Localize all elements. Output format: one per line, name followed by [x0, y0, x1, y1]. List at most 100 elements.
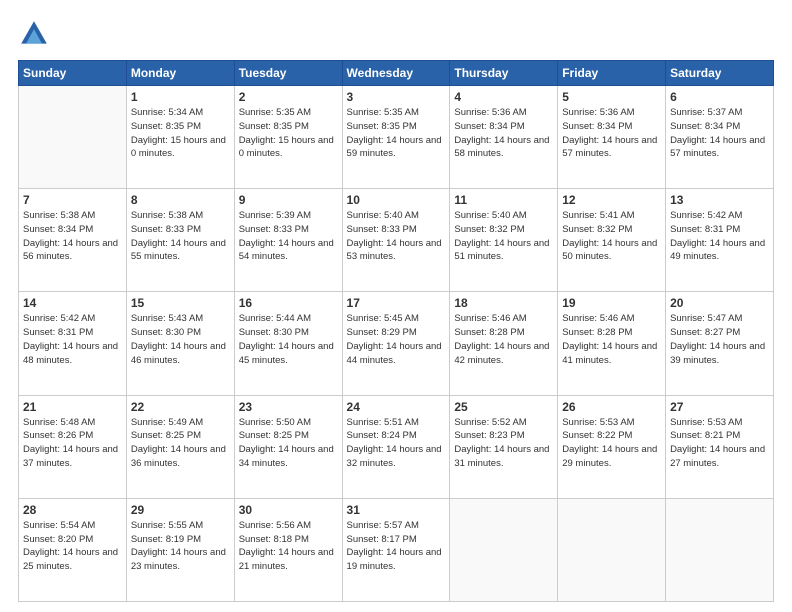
- day-number: 9: [239, 193, 338, 207]
- day-info: Sunrise: 5:36 AM Sunset: 8:34 PM Dayligh…: [562, 106, 661, 161]
- calendar-cell: 4Sunrise: 5:36 AM Sunset: 8:34 PM Daylig…: [450, 86, 558, 189]
- day-number: 13: [670, 193, 769, 207]
- day-number: 11: [454, 193, 553, 207]
- calendar-cell: 24 Sunrise: 5:51 AM Sunset: 8:24 PM Dayli…: [342, 395, 450, 498]
- calendar-cell: 5 Sunrise: 5:36 AM Sunset: 8:34 PM Daylig…: [558, 86, 666, 189]
- calendar-cell: 23 Sunrise: 5:50 AM Sunset: 8:25 PM Dayli…: [234, 395, 342, 498]
- calendar-cell: 31 Sunrise: 5:57 AM Sunset: 8:17 PM Dayli…: [342, 498, 450, 601]
- calendar-week-0: 1 Sunrise: 5:34 AM Sunset: 8:35 PM Daylig…: [19, 86, 774, 189]
- day-info: Sunrise: 5:56 AM Sunset: 8:18 PM Dayligh…: [239, 519, 338, 574]
- day-number: 7: [23, 193, 122, 207]
- calendar-cell: 27 Sunrise: 5:53 AM Sunset: 8:21 PM Dayli…: [666, 395, 774, 498]
- day-number: 26: [562, 400, 661, 414]
- day-number: 1: [131, 90, 230, 104]
- calendar-cell: 11Sunrise: 5:40 AM Sunset: 8:32 PM Dayli…: [450, 189, 558, 292]
- day-info: Sunrise: 5:52 AM Sunset: 8:23 PM Dayligh…: [454, 416, 553, 471]
- calendar-cell: 9 Sunrise: 5:39 AM Sunset: 8:33 PM Daylig…: [234, 189, 342, 292]
- calendar-cell: 10 Sunrise: 5:40 AM Sunset: 8:33 PM Dayli…: [342, 189, 450, 292]
- day-number: 17: [347, 296, 446, 310]
- day-number: 6: [670, 90, 769, 104]
- day-info: Sunrise: 5:54 AM Sunset: 8:20 PM Dayligh…: [23, 519, 122, 574]
- col-header-wednesday: Wednesday: [342, 61, 450, 86]
- day-number: 12: [562, 193, 661, 207]
- logo: [18, 18, 56, 50]
- day-info: Sunrise: 5:49 AM Sunset: 8:25 PM Dayligh…: [131, 416, 230, 471]
- col-header-friday: Friday: [558, 61, 666, 86]
- day-number: 2: [239, 90, 338, 104]
- calendar-cell: 22 Sunrise: 5:49 AM Sunset: 8:25 PM Dayli…: [126, 395, 234, 498]
- day-info: Sunrise: 5:43 AM Sunset: 8:30 PM Dayligh…: [131, 312, 230, 367]
- calendar-cell: [450, 498, 558, 601]
- day-number: 27: [670, 400, 769, 414]
- day-info: Sunrise: 5:48 AM Sunset: 8:26 PM Dayligh…: [23, 416, 122, 471]
- calendar-cell: 1 Sunrise: 5:34 AM Sunset: 8:35 PM Daylig…: [126, 86, 234, 189]
- calendar-cell: 15 Sunrise: 5:43 AM Sunset: 8:30 PM Dayli…: [126, 292, 234, 395]
- calendar-cell: 7Sunrise: 5:38 AM Sunset: 8:34 PM Daylig…: [19, 189, 127, 292]
- day-info: Sunrise: 5:38 AM Sunset: 8:33 PM Dayligh…: [131, 209, 230, 264]
- calendar-cell: 13 Sunrise: 5:42 AM Sunset: 8:31 PM Dayli…: [666, 189, 774, 292]
- calendar-cell: 17 Sunrise: 5:45 AM Sunset: 8:29 PM Dayli…: [342, 292, 450, 395]
- calendar-cell: [19, 86, 127, 189]
- calendar-cell: [666, 498, 774, 601]
- col-header-tuesday: Tuesday: [234, 61, 342, 86]
- day-info: Sunrise: 5:51 AM Sunset: 8:24 PM Dayligh…: [347, 416, 446, 471]
- calendar-week-2: 14Sunrise: 5:42 AM Sunset: 8:31 PM Dayli…: [19, 292, 774, 395]
- day-info: Sunrise: 5:55 AM Sunset: 8:19 PM Dayligh…: [131, 519, 230, 574]
- day-number: 18: [454, 296, 553, 310]
- calendar-cell: 18 Sunrise: 5:46 AM Sunset: 8:28 PM Dayli…: [450, 292, 558, 395]
- day-number: 20: [670, 296, 769, 310]
- day-info: Sunrise: 5:53 AM Sunset: 8:22 PM Dayligh…: [562, 416, 661, 471]
- calendar-cell: 30 Sunrise: 5:56 AM Sunset: 8:18 PM Dayli…: [234, 498, 342, 601]
- calendar-cell: 6Sunrise: 5:37 AM Sunset: 8:34 PM Daylig…: [666, 86, 774, 189]
- calendar-cell: [558, 498, 666, 601]
- day-info: Sunrise: 5:44 AM Sunset: 8:30 PM Dayligh…: [239, 312, 338, 367]
- col-header-monday: Monday: [126, 61, 234, 86]
- day-info: Sunrise: 5:47 AM Sunset: 8:27 PM Dayligh…: [670, 312, 769, 367]
- col-header-thursday: Thursday: [450, 61, 558, 86]
- page: SundayMondayTuesdayWednesdayThursdayFrid…: [0, 0, 792, 612]
- calendar-cell: 12Sunrise: 5:41 AM Sunset: 8:32 PM Dayli…: [558, 189, 666, 292]
- calendar-body: 1 Sunrise: 5:34 AM Sunset: 8:35 PM Daylig…: [19, 86, 774, 602]
- day-number: 3: [347, 90, 446, 104]
- day-number: 16: [239, 296, 338, 310]
- calendar-cell: 29 Sunrise: 5:55 AM Sunset: 8:19 PM Dayli…: [126, 498, 234, 601]
- day-info: Sunrise: 5:46 AM Sunset: 8:28 PM Dayligh…: [562, 312, 661, 367]
- day-number: 30: [239, 503, 338, 517]
- day-number: 31: [347, 503, 446, 517]
- day-info: Sunrise: 5:40 AM Sunset: 8:33 PM Dayligh…: [347, 209, 446, 264]
- calendar-table: SundayMondayTuesdayWednesdayThursdayFrid…: [18, 60, 774, 602]
- day-number: 19: [562, 296, 661, 310]
- day-number: 29: [131, 503, 230, 517]
- day-number: 22: [131, 400, 230, 414]
- col-header-sunday: Sunday: [19, 61, 127, 86]
- day-info: Sunrise: 5:57 AM Sunset: 8:17 PM Dayligh…: [347, 519, 446, 574]
- day-number: 14: [23, 296, 122, 310]
- calendar-header-row: SundayMondayTuesdayWednesdayThursdayFrid…: [19, 61, 774, 86]
- header: [18, 18, 774, 50]
- day-number: 10: [347, 193, 446, 207]
- day-number: 24: [347, 400, 446, 414]
- day-info: Sunrise: 5:39 AM Sunset: 8:33 PM Dayligh…: [239, 209, 338, 264]
- day-info: Sunrise: 5:50 AM Sunset: 8:25 PM Dayligh…: [239, 416, 338, 471]
- day-info: Sunrise: 5:34 AM Sunset: 8:35 PM Dayligh…: [131, 106, 230, 161]
- day-info: Sunrise: 5:42 AM Sunset: 8:31 PM Dayligh…: [670, 209, 769, 264]
- day-number: 15: [131, 296, 230, 310]
- calendar-week-4: 28Sunrise: 5:54 AM Sunset: 8:20 PM Dayli…: [19, 498, 774, 601]
- calendar-cell: 16 Sunrise: 5:44 AM Sunset: 8:30 PM Dayli…: [234, 292, 342, 395]
- calendar-cell: 28Sunrise: 5:54 AM Sunset: 8:20 PM Dayli…: [19, 498, 127, 601]
- day-info: Sunrise: 5:53 AM Sunset: 8:21 PM Dayligh…: [670, 416, 769, 471]
- day-info: Sunrise: 5:45 AM Sunset: 8:29 PM Dayligh…: [347, 312, 446, 367]
- day-info: Sunrise: 5:35 AM Sunset: 8:35 PM Dayligh…: [239, 106, 338, 161]
- day-number: 8: [131, 193, 230, 207]
- calendar-cell: 26 Sunrise: 5:53 AM Sunset: 8:22 PM Dayli…: [558, 395, 666, 498]
- calendar-cell: 8 Sunrise: 5:38 AM Sunset: 8:33 PM Daylig…: [126, 189, 234, 292]
- day-info: Sunrise: 5:46 AM Sunset: 8:28 PM Dayligh…: [454, 312, 553, 367]
- col-header-saturday: Saturday: [666, 61, 774, 86]
- calendar-cell: 3Sunrise: 5:35 AM Sunset: 8:35 PM Daylig…: [342, 86, 450, 189]
- logo-icon: [18, 18, 50, 50]
- day-number: 5: [562, 90, 661, 104]
- calendar-cell: 21Sunrise: 5:48 AM Sunset: 8:26 PM Dayli…: [19, 395, 127, 498]
- calendar-week-3: 21Sunrise: 5:48 AM Sunset: 8:26 PM Dayli…: [19, 395, 774, 498]
- day-number: 23: [239, 400, 338, 414]
- calendar-cell: 19 Sunrise: 5:46 AM Sunset: 8:28 PM Dayli…: [558, 292, 666, 395]
